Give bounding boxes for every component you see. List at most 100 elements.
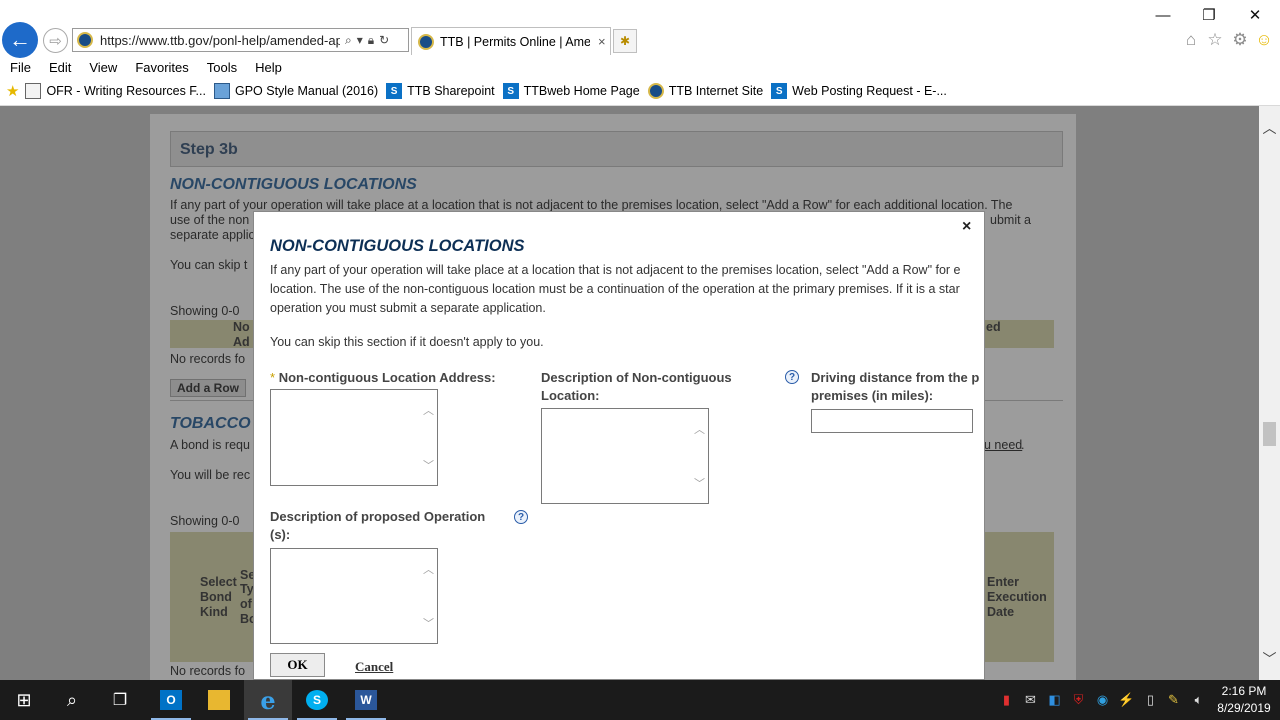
column-header: of [240, 597, 252, 611]
refresh-icon[interactable]: ↻ [379, 33, 389, 47]
operation-textarea[interactable]: ︿ ﹀ [270, 548, 438, 644]
favorite-label: TTBweb Home Page [523, 84, 640, 98]
new-tab-button[interactable]: ✱ [613, 29, 637, 53]
favorite-label: GPO Style Manual (2016) [234, 84, 379, 98]
chevron-down-icon[interactable]: ﹀ [694, 475, 705, 491]
menu-favorites[interactable]: Favorites [125, 60, 196, 75]
taskbar-word[interactable]: W [342, 680, 390, 720]
lock-icon[interactable]: 🔒︎ [368, 33, 374, 48]
favorite-ttbweb[interactable]: S TTBweb Home Page [502, 83, 640, 99]
column-header: Ty [240, 582, 254, 596]
chevron-up-icon[interactable]: ︿ [694, 421, 705, 437]
favorites-star-add-icon[interactable]: ★ [6, 82, 19, 100]
favorite-ttb-internet[interactable]: TTB Internet Site [647, 83, 763, 99]
menu-help[interactable]: Help [245, 60, 290, 75]
tab-ttb-permits[interactable]: TTB | Permits Online | Ame... × [411, 27, 611, 55]
volume-icon[interactable]: 🔈︎ [1190, 691, 1207, 708]
task-view-button[interactable]: ❐ [96, 680, 144, 720]
device-icon[interactable]: ▯ [1142, 691, 1159, 708]
edit-tray-icon[interactable]: ✎ [1165, 691, 1182, 708]
taskbar-skype[interactable]: S [293, 680, 341, 720]
chevron-up-icon[interactable]: ︿ [423, 402, 434, 418]
arrow-right-icon: ⇨ [49, 32, 62, 50]
skype-tray-icon[interactable]: ◉ [1094, 691, 1111, 708]
task-view-icon: ❐ [112, 692, 128, 709]
cancel-link[interactable]: Cancel [355, 659, 393, 675]
address-bar[interactable]: https://www.ttb.gov/ponl-help/amended-ap… [72, 28, 409, 52]
menu-view[interactable]: View [79, 60, 125, 75]
forward-button[interactable]: ⇨ [43, 28, 68, 53]
chevron-up-icon[interactable]: ︿ [1259, 118, 1280, 138]
bond-text: A bond is requ [170, 438, 250, 452]
distance-input[interactable] [811, 409, 973, 433]
section-text: separate applic [170, 228, 255, 242]
security-shield-icon[interactable]: ⛨ [1070, 691, 1087, 708]
search-icon[interactable]: ⌕ [345, 33, 352, 48]
menu-edit[interactable]: Edit [39, 60, 79, 75]
page-scrollbar[interactable]: ︿ ﹀ [1259, 106, 1280, 680]
column-header: No [233, 320, 250, 334]
bond-period: . [1021, 438, 1025, 452]
smiley-feedback-icon[interactable]: ☺ [1253, 29, 1275, 51]
search-icon: ⌕ [66, 689, 78, 710]
chevron-up-icon[interactable]: ︿ [423, 561, 434, 577]
address-url[interactable]: https://www.ttb.gov/ponl-help/amended-ap… [100, 33, 340, 48]
section-skip-text: You can skip t [170, 258, 248, 272]
chevron-down-icon[interactable]: ﹀ [423, 615, 434, 631]
chevron-down-icon[interactable]: ﹀ [1259, 649, 1280, 669]
mail-icon[interactable]: ✉ [1022, 691, 1039, 708]
favorite-gpo[interactable]: GPO Style Manual (2016) [213, 83, 379, 99]
favorite-label: Web Posting Request - E-... [792, 84, 947, 98]
tray-app-icon[interactable]: ▮ [998, 691, 1015, 708]
address-label-text: Non-contiguous Location Address: [278, 370, 496, 385]
taskbar-internet-explorer[interactable]: e [244, 680, 292, 720]
help-icon[interactable]: ? [785, 370, 799, 384]
clock-time[interactable]: 2:16 PM [1215, 684, 1273, 698]
dialog-intro: If any part of your operation will take … [270, 261, 984, 318]
gear-icon[interactable]: ⚙ [1229, 29, 1251, 51]
dropdown-arrow-icon[interactable]: ▾ [357, 33, 363, 47]
network-tray-icon[interactable]: ⚡ [1118, 691, 1135, 708]
start-button[interactable]: ⊞ [0, 680, 48, 720]
showing-count: Showing 0-0 [170, 514, 240, 528]
taskbar-outlook[interactable]: O [147, 680, 195, 720]
restore-button[interactable]: ❐ [1194, 4, 1224, 26]
required-marker: * [270, 370, 276, 385]
sharepoint-icon: S [386, 83, 403, 99]
favorite-ofr[interactable]: OFR - Writing Resources F... [25, 83, 206, 99]
step-label: Step 3b [180, 141, 238, 158]
document-icon [25, 83, 42, 99]
outlook-tray-icon[interactable]: ◧ [1046, 691, 1063, 708]
menu-file[interactable]: File [0, 60, 39, 75]
section-text: ubmit a [990, 213, 1031, 227]
close-window-button[interactable]: ✕ [1240, 4, 1270, 26]
back-button[interactable]: ← [2, 22, 38, 58]
description-label-line: Location: [541, 388, 600, 403]
scroll-thumb[interactable] [1263, 422, 1276, 446]
tab-close-icon[interactable]: × [598, 34, 606, 49]
bond-link[interactable]: u need [984, 438, 1022, 452]
favorite-ttb-sharepoint[interactable]: S TTB Sharepoint [386, 83, 495, 99]
distance-label-line: Driving distance from the p [811, 370, 980, 385]
address-textarea[interactable]: ︿ ﹀ [270, 389, 438, 486]
description-textarea[interactable]: ︿ ﹀ [541, 408, 709, 504]
column-header: Ad [233, 335, 250, 349]
close-icon[interactable]: × [962, 218, 971, 236]
chevron-down-icon[interactable]: ﹀ [423, 457, 434, 473]
tab-title: TTB | Permits Online | Ame... [440, 34, 590, 49]
folder-icon [208, 690, 230, 710]
search-button[interactable]: ⌕ [48, 680, 96, 720]
help-icon[interactable]: ? [514, 510, 528, 524]
minimize-button[interactable]: — [1148, 4, 1178, 26]
windows-logo-icon: ⊞ [16, 689, 32, 710]
menu-tools[interactable]: Tools [197, 60, 245, 75]
favorites-star-icon[interactable]: ☆ [1204, 29, 1226, 51]
home-icon[interactable]: ⌂ [1180, 29, 1202, 51]
dialog-intro-line: If any part of your operation will take … [270, 263, 961, 277]
ok-button[interactable]: OK [270, 653, 325, 677]
column-header: Enter Execution Date [987, 575, 1047, 619]
add-row-button[interactable]: Add a Row [170, 379, 246, 397]
clock-date[interactable]: 8/29/2019 [1213, 701, 1275, 715]
favorite-web-posting[interactable]: S Web Posting Request - E-... [771, 83, 947, 99]
taskbar-file-explorer[interactable] [195, 680, 243, 720]
